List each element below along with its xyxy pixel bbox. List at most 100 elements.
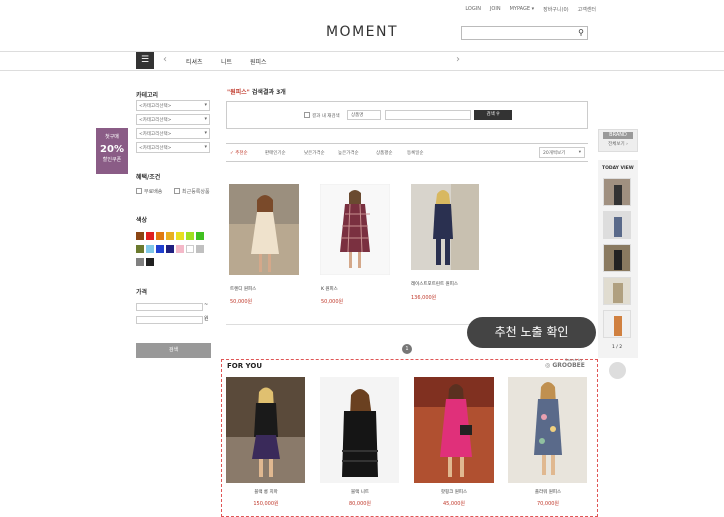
product-image[interactable] (411, 184, 479, 270)
checkbox[interactable] (304, 112, 310, 118)
brand-label: BRAND (603, 132, 633, 139)
category-select-3[interactable]: <카테고리선택> ▾ (136, 128, 210, 139)
sort-low-price[interactable]: 낮은가격순 (304, 150, 325, 156)
today-view-panel: TODAY VIEW 1 / 2 (598, 160, 638, 358)
recommend-item-name[interactable]: 블랙 롱 치마 (226, 489, 306, 495)
product-price: 136,000원 (411, 295, 437, 301)
recommend-item-name[interactable]: 플라워 원피스 (508, 489, 588, 495)
in-result-input[interactable] (385, 110, 471, 120)
search-input[interactable]: ⚲ (461, 26, 588, 40)
per-page-select[interactable]: 20개씩보기 ▾ (539, 147, 585, 158)
color-swatch[interactable] (176, 232, 184, 240)
coupon-line3: 할인쿠폰 (102, 157, 122, 163)
recent-items-checkbox[interactable]: 최근등록상품 (174, 188, 210, 195)
color-swatch[interactable] (136, 232, 144, 240)
product-name[interactable]: 트렌디 원피스 (230, 286, 256, 292)
today-view-pager[interactable]: 1 / 2 (612, 345, 622, 350)
category-select-4[interactable]: <카테고리선택> ▾ (136, 142, 210, 153)
result-title: "원피스" 검색결과 3개 (227, 87, 286, 96)
product-image[interactable] (320, 184, 390, 275)
color-swatch[interactable] (196, 245, 204, 253)
checkbox[interactable] (136, 188, 142, 194)
price-min-input[interactable] (136, 303, 203, 311)
recommend-image[interactable] (414, 377, 494, 483)
recommend-item-name[interactable]: 블랙 니트 (320, 489, 400, 495)
button-label: 검색 (486, 112, 495, 117)
today-view-thumb[interactable] (603, 211, 631, 239)
product-price: 50,000원 (321, 299, 344, 305)
nav-item-onepiece[interactable]: 원피스 (250, 57, 267, 66)
sort-high-price[interactable]: 높은가격순 (338, 150, 359, 156)
select-label: 상품명 (351, 113, 364, 118)
search-icon[interactable]: ⚲ (578, 28, 584, 37)
prev-chevron-icon[interactable]: ‹ (163, 54, 167, 65)
sort-newest[interactable]: 등록일순 (407, 150, 424, 156)
select-label: <카테고리선택> (139, 146, 172, 151)
cart-link[interactable]: 장바구니(0) (543, 6, 568, 13)
color-swatch[interactable] (146, 258, 154, 266)
site-logo[interactable]: MOMENT (0, 24, 724, 40)
in-result-search-button[interactable]: 검색 ⚲ (474, 110, 512, 120)
recommend-image[interactable] (320, 377, 399, 483)
color-swatch[interactable] (156, 245, 164, 253)
color-swatch[interactable] (176, 245, 184, 253)
today-view-thumb[interactable] (603, 277, 631, 305)
recommend-item-price: 45,000원 (442, 501, 466, 507)
nav-item-knit[interactable]: 니트 (221, 57, 232, 66)
search-icon: ⚲ (496, 112, 500, 117)
groobee-tagline: Search by (565, 358, 583, 362)
sort-popular[interactable]: 판매인기순 (265, 150, 286, 156)
color-swatch[interactable] (156, 232, 164, 240)
top-utility-bar: LOGIN JOIN MYPAGE ▾ 장바구니(0) 고객센터 (0, 0, 724, 18)
product-image[interactable] (229, 184, 299, 275)
recommend-image[interactable] (226, 377, 305, 483)
mypage-link[interactable]: MYPAGE ▾ (510, 6, 535, 13)
color-swatch[interactable] (166, 232, 174, 240)
product-name[interactable]: K 원피스 (321, 286, 338, 292)
result-keyword: "원피스" (227, 89, 250, 96)
recommend-image[interactable] (508, 377, 587, 483)
recommend-item-price: 70,000원 (536, 501, 560, 507)
product-name[interactable]: 레이스트포트린트 원피스 (411, 281, 458, 287)
select-label: <카테고리선택> (139, 104, 172, 109)
coupon-banner[interactable]: 첫구매 20% 할인쿠폰 (96, 128, 128, 174)
today-view-thumb[interactable] (603, 310, 631, 338)
color-swatch[interactable] (146, 232, 154, 240)
color-swatch[interactable] (196, 232, 204, 240)
groobee-icon: ◎ (545, 362, 551, 369)
login-link[interactable]: LOGIN (465, 6, 481, 13)
chevron-down-icon: ▾ (204, 130, 207, 136)
brand-view-all-link[interactable]: 전체보기 › (599, 141, 637, 147)
recommend-tooltip: 추천 노출 확인 (467, 317, 596, 348)
price-max-input[interactable] (136, 316, 203, 324)
product-price: 50,000원 (230, 299, 253, 305)
next-chevron-icon[interactable]: › (456, 54, 460, 65)
color-swatch[interactable] (186, 245, 194, 253)
menu-icon[interactable]: ☰ (136, 52, 154, 69)
color-swatch[interactable] (186, 232, 194, 240)
today-view-thumb[interactable] (603, 244, 631, 272)
color-swatch[interactable] (166, 245, 174, 253)
in-result-checkbox[interactable]: 결과 내 재검색 (304, 112, 340, 119)
category-select-1[interactable]: <카테고리선택> ▾ (136, 100, 210, 111)
scroll-top-button[interactable] (609, 362, 626, 379)
checkbox[interactable] (174, 188, 180, 194)
page-number[interactable]: 1 (402, 344, 412, 354)
customer-center-link[interactable]: 고객센터 (578, 6, 596, 13)
coupon-line1: 첫구매 (105, 134, 119, 140)
free-shipping-checkbox[interactable]: 무료배송 (136, 188, 162, 195)
join-link[interactable]: JOIN (490, 6, 501, 13)
search-field-select[interactable]: 상품명 (347, 110, 381, 120)
nav-item-tshirt[interactable]: 티셔츠 (186, 57, 203, 66)
category-select-2[interactable]: <카테고리선택> ▾ (136, 114, 210, 125)
color-swatch[interactable] (136, 245, 144, 253)
recommend-item-name[interactable]: 핫핑크 원피스 (414, 489, 494, 495)
color-swatch[interactable] (146, 245, 154, 253)
color-swatch[interactable] (136, 258, 144, 266)
brand-box[interactable]: BRAND 전체보기 › (598, 129, 638, 152)
sidebar-search-button[interactable]: 검색 (136, 343, 211, 358)
select-label: 20개씩보기 (543, 151, 566, 156)
today-view-thumb[interactable] (603, 178, 631, 206)
sort-review[interactable]: 상품평순 (376, 150, 393, 156)
sort-recommend[interactable]: ✓ 추천순 (230, 150, 248, 156)
